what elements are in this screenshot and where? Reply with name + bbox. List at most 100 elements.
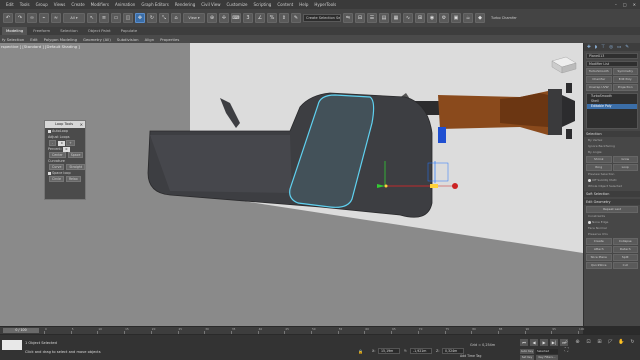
select-and-place-icon[interactable]: ⌂ [171,13,181,23]
space-button[interactable]: Space [67,152,84,158]
edit-named-sets-icon[interactable]: ✎ [291,13,301,23]
toggle-scene-explorer-icon[interactable]: ☰ [367,13,377,23]
close-icon[interactable]: ✕ [633,2,636,7]
y-coord-field[interactable]: -1,921m [410,348,432,354]
schematic-view-icon[interactable]: ⊞ [415,13,425,23]
modifier-list-dropdown[interactable]: Modifier List [586,61,638,67]
tab-populate[interactable]: Populate [117,27,142,35]
previous-frame-icon[interactable]: ◀ [530,339,538,346]
attach-button[interactable]: Attach [586,246,612,253]
viewport-scene[interactable] [0,43,583,326]
selection-filter-dropdown[interactable]: All ▾ [63,13,85,23]
link-icon[interactable]: ∞ [27,13,37,23]
menu-scripting[interactable]: Scripting [254,2,272,7]
loop-tools-titlebar[interactable]: Loop Tools ✕ [45,121,85,128]
minimize-icon[interactable]: – [615,2,617,7]
motion-tab-icon[interactable]: ◎ [609,45,613,50]
window-crossing-icon[interactable]: ◫ [123,13,133,23]
redo-icon[interactable]: ↷ [15,13,25,23]
autoloop-checkbox[interactable] [48,129,51,133]
zoom-all-icon[interactable]: ⊕ [573,339,582,345]
create-tab-icon[interactable]: ✚ [587,45,591,50]
key-set-dropdown[interactable]: Selected [536,349,558,354]
grow-button[interactable]: Grow [612,156,638,163]
menu-rendering[interactable]: Rendering [175,2,195,7]
menu-modifiers[interactable]: Modifiers [91,2,109,7]
menu-create[interactable]: Create [71,2,84,7]
render-setup-icon[interactable]: ⚙ [439,13,449,23]
lock-icon[interactable]: 🔒 [358,349,363,354]
detach-button[interactable]: Detach [612,246,638,253]
pan-icon[interactable]: ✋ [617,339,626,345]
percent-snap-icon[interactable]: % [267,13,277,23]
rendered-frame-icon[interactable]: ▣ [451,13,461,23]
quickslice-button[interactable]: QuickSlice [586,262,612,269]
play-icon[interactable]: ▶ [540,339,548,346]
cut-button[interactable]: Cut [612,262,638,269]
unwrap-uvw-button[interactable]: Unwrap UVW [586,84,612,91]
ignore-backfacing-option[interactable]: Ignore Backfacing [588,144,638,149]
preserve-uvs-option[interactable]: Preserve UVs [588,232,638,237]
soft-selection-rollout[interactable]: Soft Selection [584,191,640,197]
select-and-rotate-icon[interactable]: ↻ [147,13,157,23]
menu-group[interactable]: Group [36,2,48,7]
tab-selection[interactable]: Selection [56,27,82,35]
auto-key-button[interactable]: Auto Key [520,349,534,354]
utilities-tab-icon[interactable]: ✎ [625,45,629,50]
constraint-none-radio[interactable] [588,220,591,224]
zoom-extents-icon[interactable]: ⊡ [584,339,593,345]
bind-space-warp-icon[interactable]: ≈ [51,13,61,23]
curve-editor-icon[interactable]: ∿ [403,13,413,23]
ribbon-modify-selection[interactable]: fy Selection [2,37,24,42]
modify-tab-icon[interactable]: ◗ [595,45,597,50]
toggle-ribbon-icon[interactable]: ▦ [391,13,401,23]
set-key-button[interactable]: Set Key [520,355,534,360]
ribbon-align[interactable]: Align [145,37,155,42]
spinner-snap-icon[interactable]: ⇕ [279,13,289,23]
slice-plane-button[interactable]: Slice Plane [586,254,612,261]
menu-civil-view[interactable]: Civil View [201,2,220,7]
constraint-edge-label[interactable]: Edge [601,220,609,224]
hierarchy-tab-icon[interactable]: ⊤ [601,45,605,50]
edit-poly-button[interactable]: Edit Poly [612,76,638,83]
chamfer-button[interactable]: Chamfer [586,76,612,83]
rect-selection-icon[interactable]: ▭ [111,13,121,23]
by-angle-option[interactable]: By Angle: [588,150,638,155]
zoom-extents-all-icon[interactable]: ⊞ [595,339,604,345]
angle-snap-icon[interactable]: ∠ [255,13,265,23]
close-icon[interactable]: ✕ [80,121,83,128]
select-and-scale-icon[interactable]: ⤡ [159,13,169,23]
named-selection-sets[interactable]: Create Selection Se [303,14,341,22]
next-frame-icon[interactable]: ▶| [550,339,558,346]
projection-button[interactable]: Projection [612,84,638,91]
select-manipulate-icon[interactable]: ✢ [219,13,229,23]
repeat-last-button[interactable]: Repeat Last [586,206,638,213]
ribbon-properties[interactable]: Properties [160,37,179,42]
select-and-move-icon[interactable]: ✥ [135,13,145,23]
ribbon-subdivision[interactable]: Subdivision [117,37,139,42]
render-production-icon[interactable]: ☕ [463,13,473,23]
turbosmooth-button[interactable]: TurboSmooth [586,68,612,75]
constraint-face-label[interactable]: Face [588,226,595,230]
zoom-icon[interactable]: ⌕ [562,339,571,345]
pivot-center-icon[interactable]: ⊕ [207,13,217,23]
split-button[interactable]: Split [612,254,638,261]
perspective-viewport[interactable]: rspective ] [Standard ] [Default Shading… [0,43,583,326]
mirror-icon[interactable]: ⇋ [343,13,353,23]
maxscript-listener[interactable] [2,340,22,350]
menu-tools[interactable]: Tools [20,2,30,7]
menu-customize[interactable]: Customize [227,2,248,7]
space-loop-checkbox[interactable] [48,171,51,175]
turbochamfer-icon[interactable]: ◆ [475,13,485,23]
go-to-start-icon[interactable]: ⏮ [520,339,528,346]
field-of-view-icon[interactable]: ◸ [606,339,615,345]
align-icon[interactable]: ⊟ [355,13,365,23]
collapse-button[interactable]: Collapse [612,238,638,245]
menu-graph-editors[interactable]: Graph Editors [141,2,168,7]
display-tab-icon[interactable]: ▭ [617,45,621,50]
maximize-icon[interactable]: □ [623,2,627,7]
ring-button[interactable]: Ring [586,164,612,171]
symmetry-button[interactable]: Symmetry [612,68,638,75]
selection-rollout[interactable]: Selection [584,131,640,137]
orbit-icon[interactable]: ↻ [628,339,637,345]
